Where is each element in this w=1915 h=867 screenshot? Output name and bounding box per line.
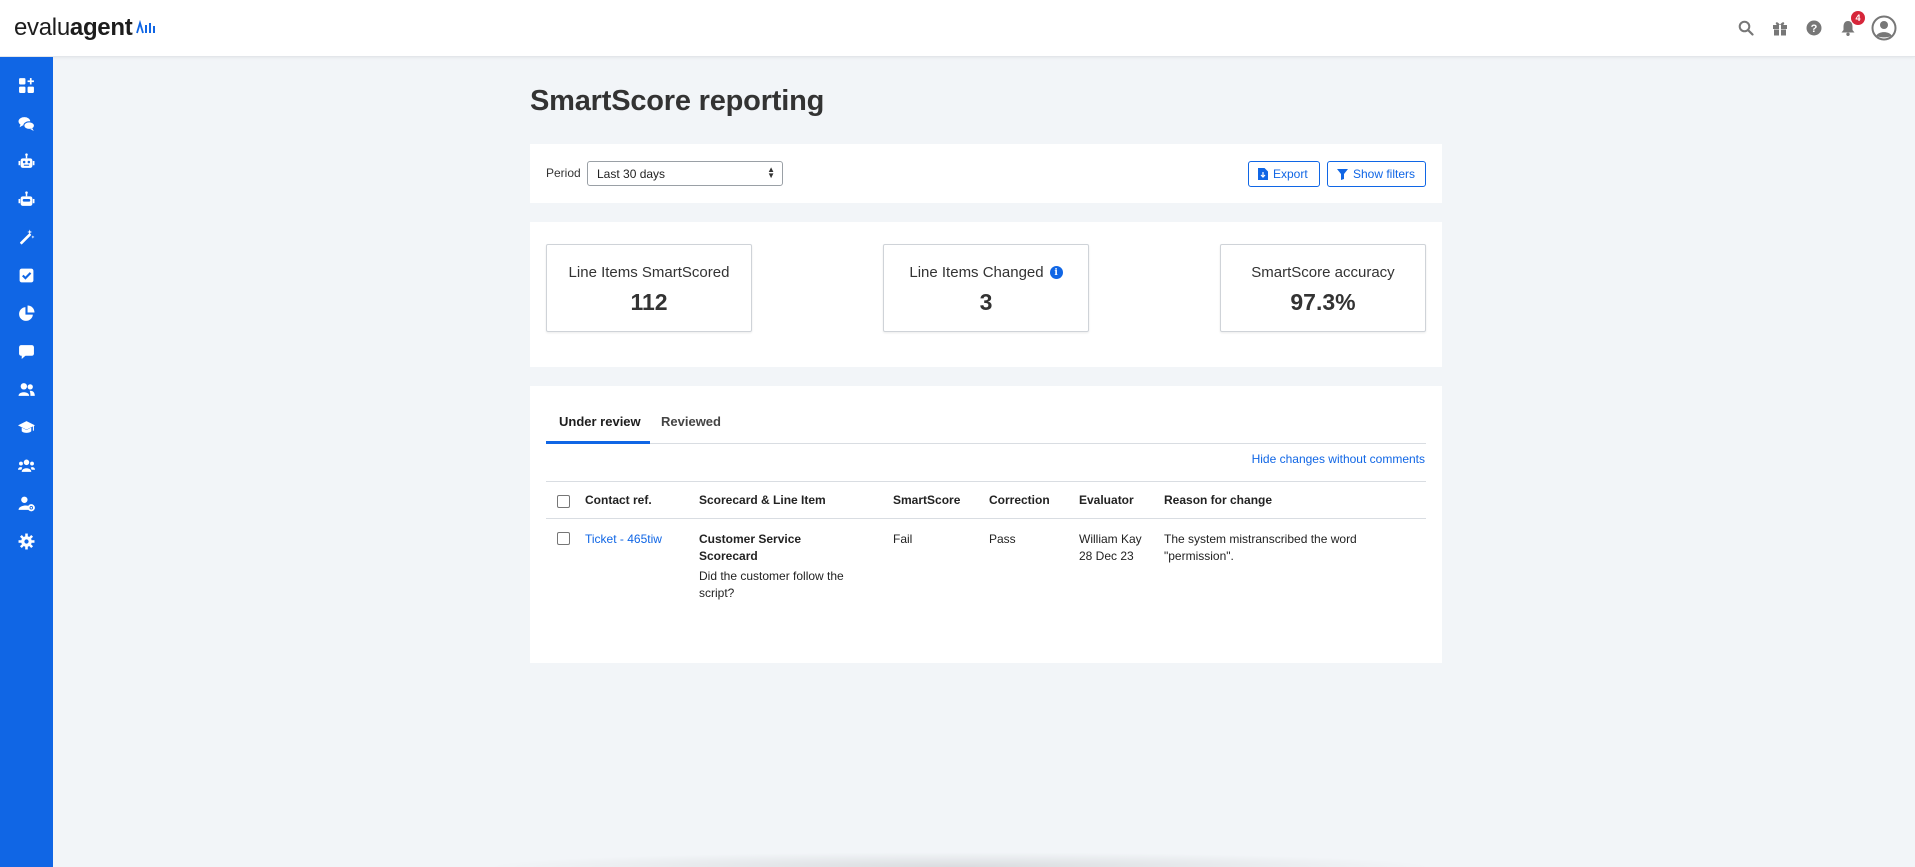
- filter-bar: Period Last 30 days ▲ ▼ Export Show filte…: [530, 144, 1442, 203]
- tab-reviewed[interactable]: Reviewed: [661, 414, 721, 429]
- sidebar-item-bots[interactable]: [0, 145, 53, 177]
- logo-text-regular: evalu: [14, 14, 70, 41]
- table-row: Ticket - 465tiw Customer Service Scoreca…: [546, 519, 1426, 600]
- stat-line-items-changed: Line Items Changed i 3: [883, 244, 1089, 332]
- correction-cell: Pass: [989, 532, 1016, 546]
- bottom-shadow: [480, 852, 1440, 867]
- evaluator-name: William Kay: [1079, 532, 1142, 546]
- sidebar-item-user-settings[interactable]: [0, 487, 53, 519]
- reason-cell: The system mistranscribed the word "perm…: [1164, 532, 1357, 563]
- smartscore-cell: Fail: [893, 532, 913, 546]
- graduation-cap-icon: [18, 420, 35, 433]
- column-header-smartscore[interactable]: SmartScore: [893, 493, 960, 507]
- sidebar-item-conversations[interactable]: [0, 107, 53, 139]
- period-label: Period: [546, 166, 581, 180]
- sidebar-item-reports[interactable]: [0, 297, 53, 329]
- user-avatar-icon[interactable]: [1871, 15, 1897, 41]
- sidebar-item-dashboard[interactable]: [0, 69, 53, 101]
- robot-alt-icon: [18, 190, 35, 206]
- sidebar-item-feedback[interactable]: [0, 335, 53, 367]
- bell-icon[interactable]: 4: [1837, 11, 1865, 40]
- sidebar-item-evaluations[interactable]: [0, 259, 53, 291]
- select-all-checkbox[interactable]: [557, 495, 570, 508]
- show-filters-button-label: Show filters: [1353, 167, 1416, 181]
- sidebar: [0, 57, 53, 867]
- column-header-contact-ref[interactable]: Contact ref.: [585, 493, 652, 507]
- show-filters-button[interactable]: Show filters: [1327, 161, 1426, 187]
- period-select-value: Last 30 days: [597, 167, 666, 181]
- active-tab-indicator: [546, 441, 650, 444]
- table-header: Contact ref. Scorecard & Line Item Smart…: [546, 481, 1426, 519]
- sidebar-item-settings[interactable]: [0, 525, 53, 557]
- comment-icon: [19, 344, 34, 359]
- file-export-icon: [1258, 168, 1268, 180]
- sidebar-item-learning[interactable]: [0, 411, 53, 443]
- hide-changes-without-comments-link[interactable]: Hide changes without comments: [1252, 452, 1425, 466]
- filter-icon: [1337, 168, 1348, 180]
- review-table-panel: Under review Reviewed Hide changes witho…: [530, 386, 1442, 663]
- period-select[interactable]: Last 30 days ▲ ▼: [587, 161, 783, 186]
- stat-label: Line Items Changed: [909, 264, 1044, 281]
- users-icon: [18, 382, 35, 396]
- sidebar-item-automation[interactable]: [0, 183, 53, 215]
- search-icon[interactable]: [1735, 16, 1757, 40]
- logo[interactable]: evalu agent: [14, 14, 157, 42]
- evaluation-date: 28 Dec 23: [1079, 549, 1134, 563]
- export-button[interactable]: Export: [1248, 161, 1320, 187]
- team-icon: [18, 459, 35, 472]
- column-header-reason[interactable]: Reason for change: [1164, 493, 1272, 507]
- conversations-icon: [18, 116, 35, 131]
- column-header-evaluator[interactable]: Evaluator: [1079, 493, 1134, 507]
- pie-chart-icon: [19, 305, 35, 321]
- column-header-scorecard[interactable]: Scorecard & Line Item: [699, 493, 826, 507]
- row-checkbox[interactable]: [557, 532, 570, 545]
- evaluator-cell: William Kay 28 Dec 23: [1079, 531, 1142, 565]
- sidebar-item-users[interactable]: [0, 373, 53, 405]
- page-title: SmartScore reporting: [530, 85, 825, 117]
- magic-wand-icon: [19, 229, 35, 244]
- stat-value: 97.3%: [1290, 289, 1356, 315]
- scorecard-cell: Customer Service Scorecard Did the custo…: [699, 531, 859, 602]
- contact-ref-link[interactable]: Ticket - 465tiw: [585, 531, 662, 548]
- stat-smartscore-accuracy: SmartScore accuracy 97.3%: [1220, 244, 1426, 332]
- line-item-text: Did the customer follow the script?: [699, 569, 844, 600]
- gift-icon[interactable]: [1769, 16, 1791, 40]
- scorecard-name: Customer Service Scorecard: [699, 532, 802, 563]
- logo-text-bold: agent: [69, 14, 133, 41]
- settings-gear-icon: [18, 533, 35, 549]
- select-caret-icon: ▲ ▼: [767, 165, 775, 180]
- svg-text:?: ?: [1811, 23, 1818, 35]
- info-icon[interactable]: i: [1049, 266, 1063, 279]
- stat-value: 3: [979, 289, 993, 315]
- tab-under-review[interactable]: Under review: [559, 414, 641, 429]
- stat-line-items-smartscored: Line Items SmartScored 112: [546, 244, 752, 332]
- checkbox-icon: [19, 268, 34, 282]
- stat-label: Line Items SmartScored: [568, 264, 730, 281]
- stats-panel: Line Items SmartScored 112 Line Items Ch…: [530, 222, 1442, 367]
- notification-badge: 4: [1851, 11, 1865, 25]
- top-bar: evalu agent ? 4: [0, 0, 1915, 57]
- stat-label: SmartScore accuracy: [1251, 264, 1395, 281]
- sidebar-item-teams[interactable]: [0, 449, 53, 481]
- dashboard-add-icon: [19, 77, 34, 93]
- soundwave-logo-icon: [136, 20, 156, 34]
- export-button-label: Export: [1273, 167, 1308, 181]
- user-settings-icon: [18, 496, 35, 511]
- help-icon[interactable]: ?: [1803, 16, 1825, 40]
- sidebar-item-smartscore[interactable]: [0, 221, 53, 253]
- column-header-correction[interactable]: Correction: [989, 493, 1050, 507]
- stat-value: 112: [630, 289, 668, 315]
- robot-icon: [18, 152, 35, 168]
- tabs: Under review Reviewed: [546, 386, 1426, 444]
